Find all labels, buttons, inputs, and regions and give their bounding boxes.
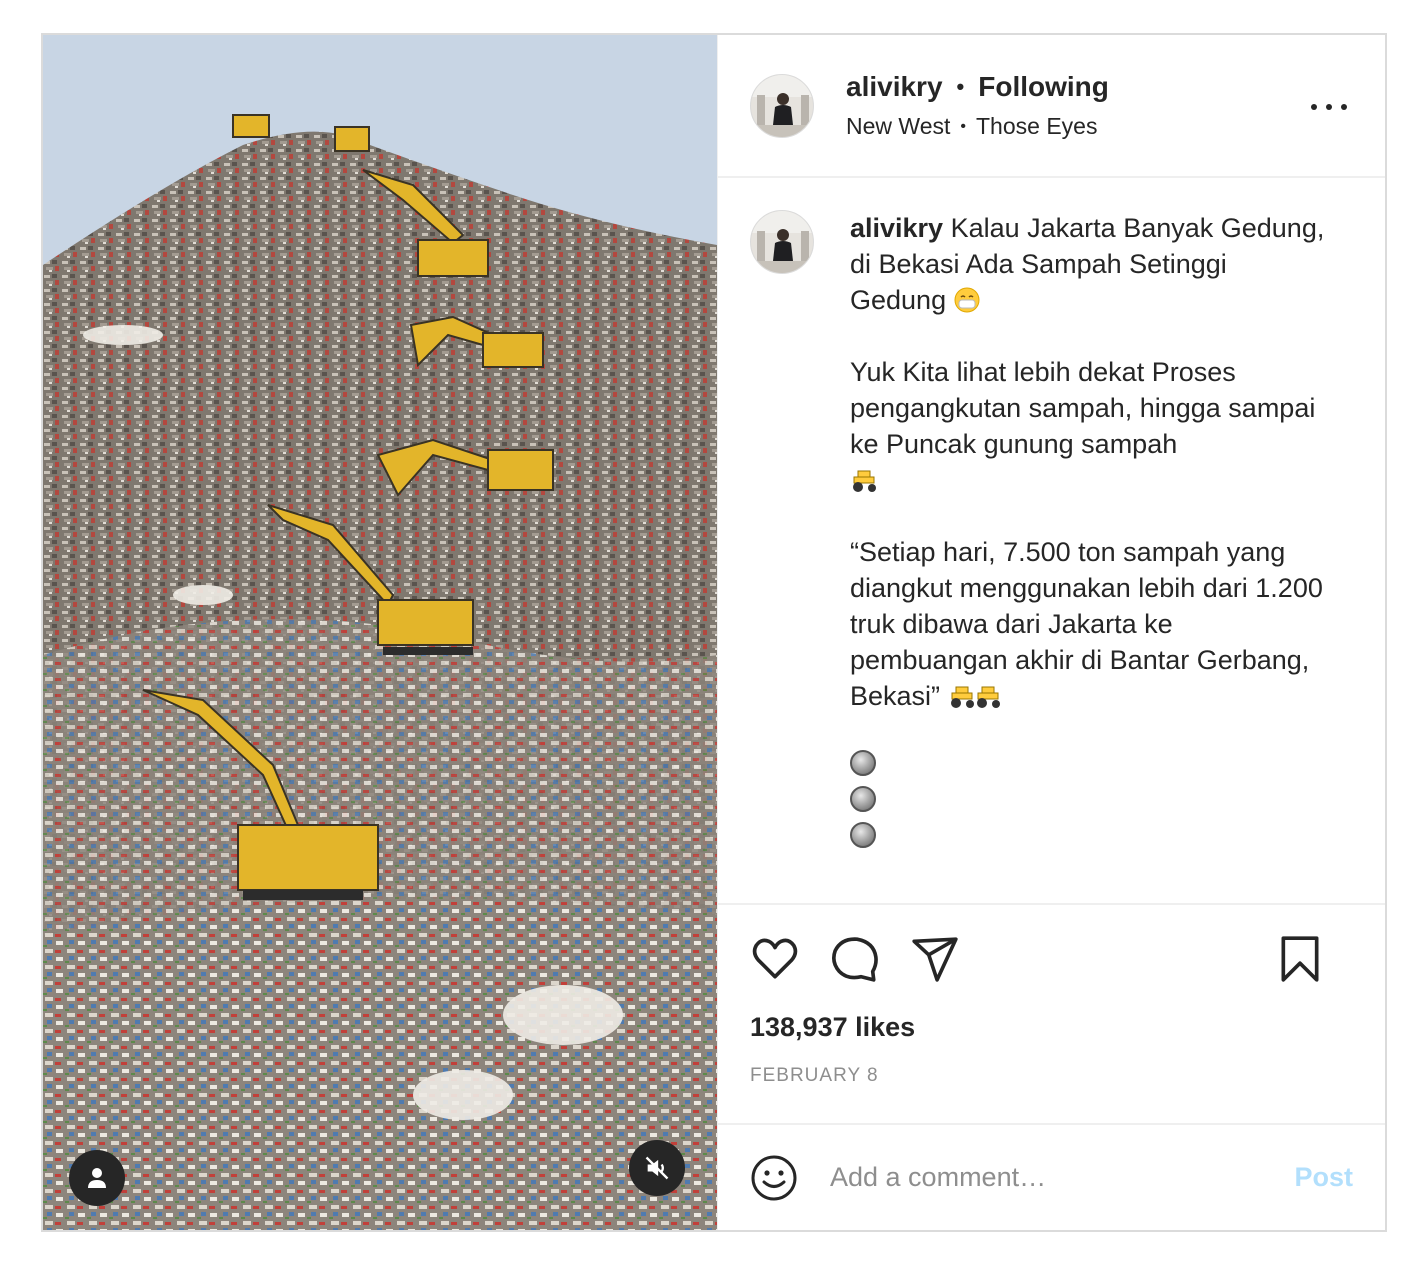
comment-input[interactable] [830,1162,1270,1193]
landfill-video-frame [43,35,717,1230]
post-header: alivikry • Following New West • Those Ey… [718,35,1385,178]
more-options-button[interactable] [1311,93,1347,121]
tractor-emoji [853,470,876,492]
smiley-icon[interactable] [750,1154,798,1202]
mute-toggle-button[interactable] [629,1140,685,1196]
radio-button-emoji [850,822,876,848]
bullet-list [850,750,1330,848]
post-card: alivikry • Following New West • Those Ey… [41,33,1387,1232]
location-link[interactable]: New West [846,113,950,140]
avatar-image [751,74,813,137]
post-sidebar: alivikry • Following New West • Those Ey… [717,35,1385,1230]
avatar-image [751,211,813,273]
following-button[interactable]: Following [978,71,1109,103]
separator-dot: • [960,117,966,135]
avatar[interactable] [750,73,814,138]
post-video[interactable] [43,35,717,1230]
caption-paragraph-2: Yuk Kita lihat lebih dekat Proses pengan… [850,357,1316,459]
send-icon[interactable] [910,934,960,984]
bookmark-icon[interactable] [1275,934,1325,984]
tagged-users-button[interactable] [69,1150,125,1206]
more-horizontal-icon [1311,104,1317,110]
post-date: FEBRUARY 8 [750,1065,879,1086]
header-username[interactable]: alivikry [846,71,943,103]
caption-paragraph-3: “Setiap hari, 7.500 ton sampah yang dian… [850,537,1323,711]
caption-username[interactable]: alivikry [850,213,943,243]
post-comment-button[interactable]: Post [1294,1162,1353,1193]
face-with-mask-emoji [954,287,980,313]
caption-text: alivikry Kalau Jakarta Banyak Gedung, di… [850,210,1330,903]
volume-muted-icon [645,1156,669,1180]
tractor-emoji [950,686,1000,708]
audio-link[interactable]: Those Eyes [976,113,1097,140]
comment-icon[interactable] [830,934,880,984]
caption-section: alivikry Kalau Jakarta Banyak Gedung, di… [718,178,1385,905]
separator-dot: • [956,74,965,99]
more-dot [1326,104,1332,110]
user-icon [88,1168,106,1188]
radio-button-emoji [850,786,876,812]
heart-icon[interactable] [750,934,800,984]
more-dot [1341,104,1347,110]
like-count[interactable]: 138,937 likes [718,1012,1385,1043]
action-bar [718,905,1385,1012]
radio-button-emoji [850,750,876,776]
comment-bar: Post [718,1123,1385,1230]
caption-avatar[interactable] [750,210,814,274]
